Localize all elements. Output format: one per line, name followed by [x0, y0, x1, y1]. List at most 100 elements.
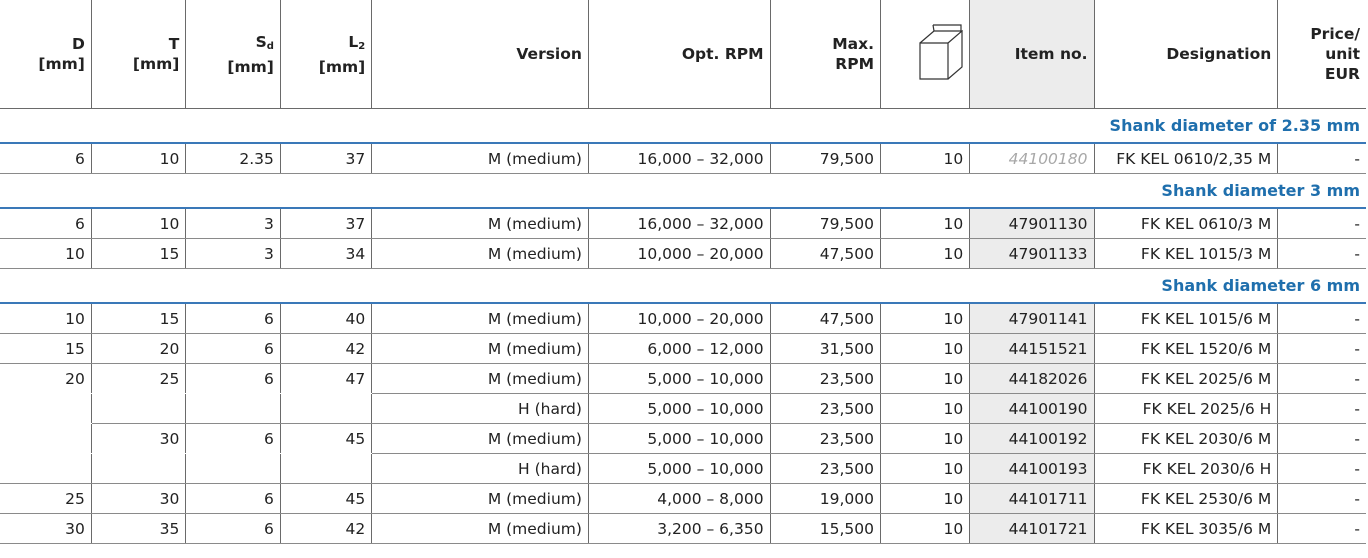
cell-sd: 2.35: [185, 143, 281, 174]
cell-t: [91, 393, 187, 424]
cell-designation: FK KEL 0610/2,35 M: [1094, 143, 1279, 174]
cell-max-rpm: 47,500: [770, 238, 882, 269]
cell-t: 20: [91, 333, 187, 364]
col-header-pack: [880, 0, 971, 109]
cell-t: 10: [91, 143, 187, 174]
cell-pack-qty: 10: [880, 423, 971, 454]
cell-designation: FK KEL 2530/6 M: [1094, 483, 1279, 514]
col-header-price: Price/unit EUR: [1277, 0, 1366, 109]
cell-version: M (medium): [371, 423, 589, 454]
cell-max-rpm: 23,500: [770, 423, 882, 454]
cell-designation: FK KEL 2025/6 M: [1094, 363, 1279, 394]
cell-max-rpm: 31,500: [770, 333, 882, 364]
table-row: H (hard) 5,000 – 10,000 23,500 10 44100193 FK…: [0, 453, 1366, 484]
cell-d: 30: [0, 513, 92, 544]
cell-item-no: 44101711: [969, 483, 1095, 514]
cell-item-no: 44100192: [969, 423, 1095, 454]
cell-l2: 47: [280, 363, 373, 394]
box-icon: [919, 23, 964, 80]
cell-t: 30: [91, 423, 187, 454]
cell-max-rpm: 79,500: [770, 143, 882, 174]
cell-t: 35: [91, 513, 187, 544]
cell-opt-rpm: 5,000 – 10,000: [588, 423, 771, 454]
col-header-version: Version: [371, 0, 589, 109]
cell-version: M (medium): [371, 513, 589, 544]
cell-l2: 42: [280, 513, 373, 544]
cell-l2: [280, 453, 373, 484]
cell-designation: FK KEL 1015/3 M: [1094, 238, 1279, 269]
cell-version: H (hard): [371, 453, 589, 484]
cell-d: 10: [0, 238, 92, 269]
table-row: 30 6 45 M (medium) 5,000 – 10,000 23,500 10 441…: [0, 423, 1366, 454]
cell-version: M (medium): [371, 143, 589, 174]
cell-item-no: 44151521: [969, 333, 1095, 364]
cell-item-no: 44100193: [969, 453, 1095, 484]
col-header-designation: Designation: [1094, 0, 1279, 109]
cell-sd: 6: [185, 513, 281, 544]
cell-price: -: [1277, 238, 1366, 269]
cell-sd: 3: [185, 208, 281, 239]
table-row: 10 15 3 34 M (medium) 10,000 – 20,000 47,500 10…: [0, 238, 1366, 269]
col-header-item-no: Item no.: [969, 0, 1095, 109]
cell-d: 15: [0, 333, 92, 364]
cell-item-no: 47901141: [969, 303, 1095, 334]
cell-opt-rpm: 10,000 – 20,000: [588, 238, 771, 269]
col-header-max-rpm: Max. RPM: [770, 0, 882, 109]
cell-d: 10: [0, 303, 92, 334]
cell-opt-rpm: 5,000 – 10,000: [588, 363, 771, 394]
cell-pack-qty: 10: [880, 363, 971, 394]
cell-price: -: [1277, 208, 1366, 239]
section-title: Shank diameter 3 mm: [0, 173, 1366, 209]
table-row: 6 10 3 37 M (medium) 16,000 – 32,000 79,500 10 4…: [0, 208, 1366, 239]
cell-price: -: [1277, 303, 1366, 334]
cell-max-rpm: 15,500: [770, 513, 882, 544]
cell-item-no: 47901130: [969, 208, 1095, 239]
cell-price: -: [1277, 393, 1366, 424]
cell-pack-qty: 10: [880, 513, 971, 544]
cell-sd: 3: [185, 238, 281, 269]
cell-sd: [185, 393, 281, 424]
cell-l2: [280, 393, 373, 424]
cell-t: 25: [91, 363, 187, 394]
cell-price: -: [1277, 453, 1366, 484]
cell-max-rpm: 19,000: [770, 483, 882, 514]
cell-designation: FK KEL 0610/3 M: [1094, 208, 1279, 239]
cell-sd: 6: [185, 423, 281, 454]
cell-max-rpm: 79,500: [770, 208, 882, 239]
cell-designation: FK KEL 2030/6 H: [1094, 453, 1279, 484]
cell-pack-qty: 10: [880, 143, 971, 174]
cell-sd: [185, 453, 281, 484]
cell-t: 30: [91, 483, 187, 514]
col-header-l2: L2 [mm]: [280, 0, 373, 109]
cell-t: 10: [91, 208, 187, 239]
cell-price: -: [1277, 423, 1366, 454]
cell-pack-qty: 10: [880, 238, 971, 269]
cell-l2: 37: [280, 208, 373, 239]
cell-price: -: [1277, 483, 1366, 514]
cell-version: M (medium): [371, 483, 589, 514]
cell-l2: 34: [280, 238, 373, 269]
cell-d: 6: [0, 208, 92, 239]
cell-opt-rpm: 16,000 – 32,000: [588, 143, 771, 174]
col-header-d: D [mm]: [0, 0, 92, 109]
cell-item-no: 44101721: [969, 513, 1095, 544]
col-header-opt-rpm: Opt. RPM: [588, 0, 771, 109]
cell-price: -: [1277, 333, 1366, 364]
col-header-sd: Sd [mm]: [185, 0, 281, 109]
cell-sd: 6: [185, 483, 281, 514]
cell-pack-qty: 10: [880, 393, 971, 424]
cell-max-rpm: 23,500: [770, 363, 882, 394]
cell-t: [91, 453, 187, 484]
cell-t: 15: [91, 238, 187, 269]
cell-item-no: 44100190: [969, 393, 1095, 424]
cell-l2: 40: [280, 303, 373, 334]
cell-l2: 37: [280, 143, 373, 174]
header-row: D [mm] T [mm] Sd [mm] L2 [mm] Version Opt. R…: [0, 0, 1366, 109]
cell-sd: 6: [185, 333, 281, 364]
cell-designation: FK KEL 3035/6 M: [1094, 513, 1279, 544]
table-row: 6 10 2.35 37 M (medium) 16,000 – 32,000 79,500…: [0, 143, 1366, 174]
cell-designation: FK KEL 1520/6 M: [1094, 333, 1279, 364]
cell-l2: 45: [280, 423, 373, 454]
cell-sd: 6: [185, 363, 281, 394]
cell-max-rpm: 23,500: [770, 453, 882, 484]
